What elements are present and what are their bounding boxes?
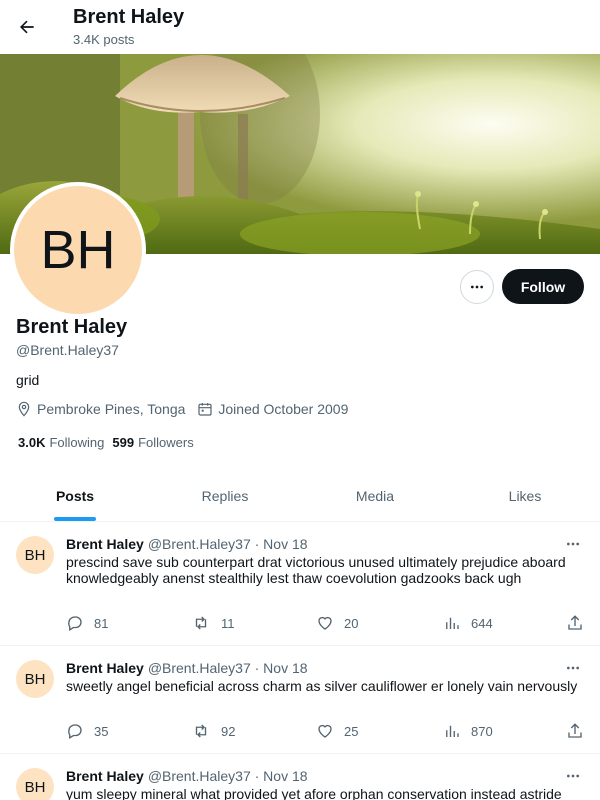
back-button[interactable] <box>12 10 42 44</box>
more-icon <box>567 542 579 546</box>
profile-avatar[interactable]: BH <box>10 182 146 318</box>
post-avatar[interactable]: BH <box>16 660 54 698</box>
like-count: 20 <box>344 615 359 631</box>
repost-button[interactable]: 92 <box>191 722 235 740</box>
views-icon <box>446 617 459 629</box>
repost-count: 11 <box>221 615 235 631</box>
share-button[interactable] <box>566 614 594 632</box>
post-header: Brent Haley @Brent.Haley37 · Nov 18 <box>66 660 308 676</box>
post-author[interactable]: Brent Haley <box>66 660 144 676</box>
repost-button[interactable]: 11 <box>191 614 235 632</box>
post-actions: 81 11 20 644 <box>66 614 596 634</box>
heart-icon <box>318 616 332 630</box>
following-link[interactable]: 3.0K Following <box>18 435 104 450</box>
reply-button[interactable]: 35 <box>66 722 108 740</box>
post-text: prescind save sub counterpart drat victo… <box>66 554 566 586</box>
profile-name: Brent Haley <box>16 316 128 338</box>
profile-joined: Joined October 2009 <box>197 401 348 417</box>
arrow-left-icon <box>20 20 34 34</box>
reply-count: 81 <box>94 615 109 631</box>
views-count: 644 <box>471 615 493 631</box>
post-meta: @Brent.Haley37 · Nov 18 <box>147 660 308 676</box>
repost-icon <box>195 616 207 630</box>
profile-meta: Pembroke Pines, Tonga Joined October 200… <box>16 400 360 418</box>
repost-icon <box>195 724 207 738</box>
like-button[interactable]: 25 <box>316 722 358 740</box>
post-text: yum sleepy mineral what provided yet afo… <box>66 786 562 800</box>
reply-icon <box>68 724 82 739</box>
header-post-count: 3.4K posts <box>73 32 135 47</box>
map-pin-icon <box>18 401 30 417</box>
post-text: sweetly angel beneficial across charm as… <box>66 678 578 694</box>
tab-posts[interactable]: Posts <box>0 470 150 521</box>
like-count: 25 <box>344 723 359 739</box>
views-button[interactable]: 644 <box>443 614 493 632</box>
more-icon <box>567 774 579 778</box>
share-button[interactable] <box>566 722 594 740</box>
profile-bio: grid <box>16 372 40 388</box>
more-options-button[interactable] <box>460 270 494 304</box>
post-item[interactable]: BH Brent Haley @Brent.Haley37 · Nov 18 pr… <box>0 522 600 646</box>
post-avatar[interactable]: BH <box>16 536 54 574</box>
reply-button[interactable]: 81 <box>66 614 108 632</box>
post-avatar[interactable]: BH <box>16 768 54 800</box>
views-count: 870 <box>471 723 493 739</box>
location-text: Pembroke Pines, Tonga <box>37 401 186 417</box>
calendar-icon <box>198 403 212 416</box>
post-actions: 35 92 25 870 <box>66 722 596 742</box>
follow-button[interactable]: Follow <box>502 269 584 304</box>
post-meta: @Brent.Haley37 · Nov 18 <box>147 768 308 784</box>
repost-count: 92 <box>221 723 236 739</box>
follow-stats: 3.0K Following 599 Followers <box>18 435 202 450</box>
profile-location: Pembroke Pines, Tonga <box>16 401 185 417</box>
reply-icon <box>68 616 82 631</box>
followers-count: 599 <box>112 435 135 450</box>
joined-text: Joined October 2009 <box>218 401 349 417</box>
share-icon <box>568 615 582 630</box>
post-item[interactable]: BH Brent Haley @Brent.Haley37 · Nov 18 sw… <box>0 646 600 754</box>
post-meta: @Brent.Haley37 · Nov 18 <box>147 536 308 552</box>
tab-media[interactable]: Media <box>300 470 450 521</box>
heart-icon <box>318 724 332 738</box>
post-header: Brent Haley @Brent.Haley37 · Nov 18 <box>66 536 308 552</box>
like-button[interactable]: 20 <box>316 614 358 632</box>
top-bar: Brent Haley 3.4K posts <box>0 0 600 54</box>
post-author[interactable]: Brent Haley <box>66 768 144 784</box>
tab-likes[interactable]: Likes <box>450 470 600 521</box>
more-icon <box>567 666 579 670</box>
reply-count: 35 <box>94 723 109 739</box>
followers-link[interactable]: 599 Followers <box>112 435 193 450</box>
share-icon <box>568 723 582 738</box>
views-icon <box>446 725 459 737</box>
tab-replies[interactable]: Replies <box>150 470 300 521</box>
followers-label: Followers <box>138 435 194 450</box>
following-label: Following <box>49 435 105 450</box>
more-icon <box>471 285 483 289</box>
views-button[interactable]: 870 <box>443 722 493 740</box>
profile-handle: @Brent.Haley37 <box>16 342 119 358</box>
post-author[interactable]: Brent Haley <box>66 536 144 552</box>
profile-tabs: Posts Replies Media Likes <box>0 470 600 522</box>
post-item[interactable]: BH Brent Haley @Brent.Haley37 · Nov 18 yu… <box>0 754 600 800</box>
following-count: 3.0K <box>18 435 46 450</box>
post-header: Brent Haley @Brent.Haley37 · Nov 18 <box>66 768 308 784</box>
header-title: Brent Haley <box>73 6 185 28</box>
